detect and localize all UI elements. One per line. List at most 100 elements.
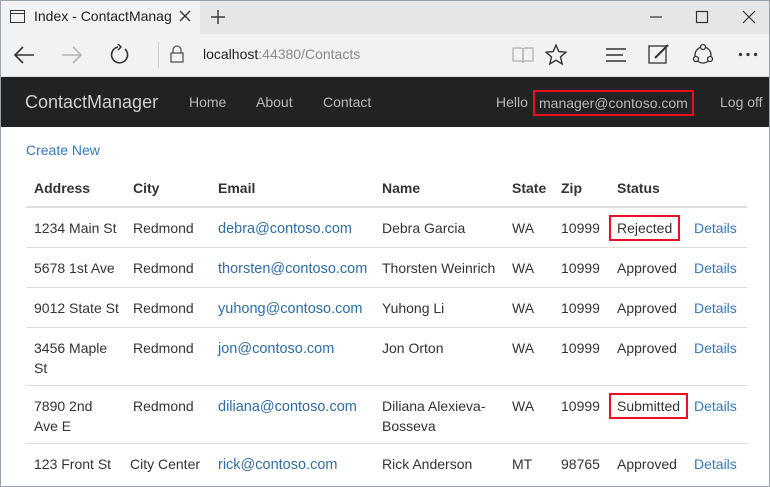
cell-city: Redmond	[125, 247, 210, 288]
cell-zip: 10999	[553, 206, 609, 248]
cell-state: WA	[504, 287, 553, 328]
cell-actions: Details	[686, 206, 747, 248]
cell-email: thorsten@contoso.com	[210, 247, 374, 288]
book-icon[interactable]	[512, 46, 534, 64]
tab-title: Index - ContactManage	[34, 8, 172, 24]
details-link[interactable]: Details	[694, 340, 737, 356]
cell-address: 123 Front St	[26, 443, 125, 483]
cell-zip: 10999	[553, 287, 609, 328]
cell-name: Rick Anderson	[374, 443, 504, 483]
forward-arrow-icon[interactable]	[61, 46, 83, 64]
cell-status: Rejected	[609, 206, 686, 248]
cell-email: diliana@contoso.com	[210, 385, 374, 444]
lock-icon	[170, 45, 184, 63]
share-icon[interactable]	[692, 43, 714, 65]
tab-contacts[interactable]: Index - ContactManage	[1, 1, 200, 34]
address-bar: localhost:44380/Contacts	[1, 34, 769, 77]
minimize-icon[interactable]	[649, 10, 663, 24]
cell-status: Approved	[609, 443, 686, 483]
email-link[interactable]: thorsten@contoso.com	[218, 261, 367, 277]
cell-name: Thorsten Weinrich	[374, 247, 504, 288]
more-icon[interactable]	[738, 52, 758, 57]
cell-city: Redmond	[125, 287, 210, 328]
cell-actions: Details	[686, 385, 747, 444]
cell-address: 5678 1st Ave	[26, 247, 125, 288]
table-row: 9012 State St Redmond yuhong@contoso.com…	[26, 287, 747, 328]
details-link[interactable]: Details	[694, 398, 737, 414]
cell-email: debra@contoso.com	[210, 206, 374, 248]
cell-status: Approved	[609, 247, 686, 288]
table-row: 5678 1st Ave Redmond thorsten@contoso.co…	[26, 247, 747, 288]
cell-state: MT	[504, 443, 553, 483]
refresh-icon[interactable]	[109, 44, 131, 66]
column-header-email: Email	[210, 169, 374, 208]
hub-icon[interactable]	[606, 47, 626, 63]
plus-icon[interactable]	[210, 9, 226, 25]
column-header-name: Name	[374, 169, 504, 208]
create-new-link[interactable]: Create New	[26, 142, 100, 158]
email-link[interactable]: diliana@contoso.com	[218, 399, 357, 415]
cell-actions: Details	[686, 247, 747, 288]
cell-status: Approved	[609, 287, 686, 328]
cell-address: 3456 Maple St	[26, 327, 125, 386]
address-text: 123 Front St	[34, 456, 112, 472]
star-icon[interactable]	[545, 44, 567, 65]
cell-name: Diliana Alexieva-Bosseva	[374, 385, 504, 444]
user-email-link[interactable]: manager@contoso.com	[533, 90, 694, 116]
cell-zip: 98765	[553, 443, 609, 483]
cell-actions: Details	[686, 287, 747, 328]
details-link[interactable]: Details	[694, 456, 737, 472]
cell-state: WA	[504, 247, 553, 288]
email-link[interactable]: rick@contoso.com	[218, 457, 337, 473]
nav-home[interactable]: Home	[189, 94, 226, 110]
status-text: Approved	[617, 300, 677, 316]
column-header-address: Address	[26, 169, 125, 208]
email-link[interactable]: jon@contoso.com	[218, 341, 334, 357]
cell-city: Redmond	[125, 385, 210, 444]
close-icon[interactable]	[179, 10, 191, 22]
url-field[interactable]: localhost:44380/Contacts	[203, 46, 360, 62]
cell-state: WA	[504, 327, 553, 386]
status-text: Approved	[617, 340, 677, 356]
cell-email: jon@contoso.com	[210, 327, 374, 386]
nav-about[interactable]: About	[256, 94, 293, 110]
brand-link[interactable]: ContactManager	[25, 92, 158, 113]
email-link[interactable]: yuhong@contoso.com	[218, 301, 363, 317]
cell-zip: 10999	[553, 327, 609, 386]
status-badge: Rejected	[609, 215, 681, 241]
cell-email: yuhong@contoso.com	[210, 287, 374, 328]
back-arrow-icon[interactable]	[13, 46, 35, 64]
table-header-row: Address City Email Name State Zip Status	[26, 169, 747, 208]
details-link[interactable]: Details	[694, 300, 737, 316]
table-row: 1234 Main St Redmond debra@contoso.com D…	[26, 206, 747, 248]
cell-state: WA	[504, 206, 553, 248]
maximize-icon[interactable]	[695, 10, 709, 24]
cell-zip: 10999	[553, 385, 609, 444]
cell-status: Approved	[609, 327, 686, 386]
page-icon	[10, 10, 25, 23]
cell-city: City Center	[125, 443, 210, 483]
cell-name: Jon Orton	[374, 327, 504, 386]
hello-label: Hello	[496, 94, 528, 110]
url-host: localhost	[203, 46, 259, 62]
details-link[interactable]: Details	[694, 260, 737, 276]
column-header-state: State	[504, 169, 553, 208]
logoff-link[interactable]: Log off	[720, 94, 763, 110]
table-row: 123 Front St City Center rick@contoso.co…	[26, 443, 747, 483]
divider	[158, 42, 159, 68]
cell-address: 7890 2nd Ave E	[26, 385, 125, 444]
pen-icon[interactable]	[648, 43, 670, 65]
contacts-table: Address City Email Name State Zip Status…	[26, 169, 747, 483]
browser-window: Index - ContactManage localhost:44380/Co…	[0, 0, 770, 487]
email-link[interactable]: debra@contoso.com	[218, 221, 352, 237]
cell-actions: Details	[686, 327, 747, 386]
cell-email: rick@contoso.com	[210, 443, 374, 483]
close-icon[interactable]	[742, 10, 756, 24]
status-badge: Submitted	[609, 393, 689, 419]
cell-status: Submitted	[609, 385, 689, 444]
details-link[interactable]: Details	[694, 220, 737, 236]
nav-contact[interactable]: Contact	[323, 94, 371, 110]
status-text: Approved	[617, 260, 677, 276]
cell-city: Redmond	[125, 327, 210, 386]
cell-state: WA	[504, 385, 553, 444]
